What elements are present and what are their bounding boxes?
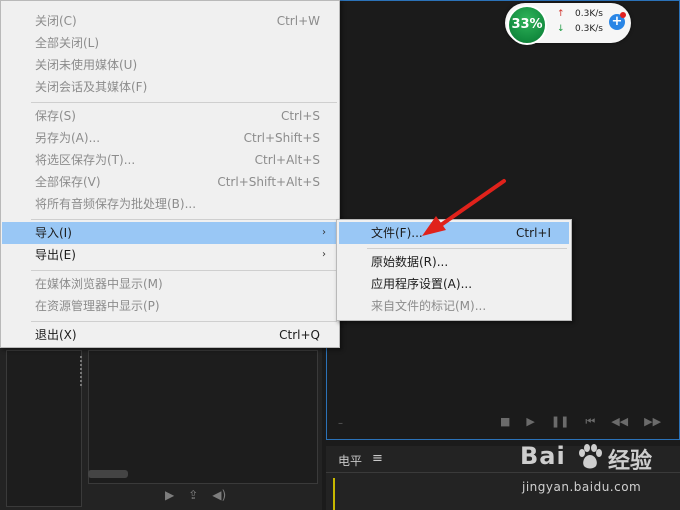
menu-item-close-session[interactable]: 关闭会话及其媒体(F) (2, 76, 338, 98)
hamburger-menu-icon[interactable]: ≡ (372, 451, 383, 466)
upload-arrow-icon: ↑ (557, 9, 565, 19)
stop-icon[interactable]: ■ (500, 415, 510, 429)
file-menu: 关闭(C) Ctrl+W 全部关闭(L) 关闭未使用媒体(U) 关闭会话及其媒体… (0, 0, 340, 348)
menu-item-export[interactable]: 导出(E) › (2, 244, 338, 266)
menu-item-save[interactable]: 保存(S) Ctrl+S (2, 105, 338, 127)
menu-item-save-all-batch[interactable]: 将所有音频保存为批处理(B)... (2, 193, 338, 215)
notification-badge (620, 12, 626, 18)
submenu-item-raw-data[interactable]: 原始数据(R)... (339, 251, 569, 273)
menu-item-close[interactable]: 关闭(C) Ctrl+W (2, 10, 338, 32)
horizontal-scrollbar[interactable] (88, 470, 128, 478)
level-meter-marker (333, 478, 335, 510)
rewind-icon[interactable]: ◀◀ (611, 415, 628, 429)
panel-resize-grip[interactable] (80, 356, 86, 386)
submenu-item-file[interactable]: 文件(F)... Ctrl+I (339, 222, 569, 244)
menu-item-reveal-in-explorer[interactable]: 在资源管理器中显示(P) (2, 295, 338, 317)
fast-forward-icon[interactable]: ▶▶ (644, 415, 661, 429)
memory-usage-circle[interactable]: 33% (507, 5, 547, 45)
menu-separator (31, 270, 337, 271)
menu-separator (31, 219, 337, 220)
network-speed-widget[interactable]: 33% ↑ 0.3K/s ↓ 0.3K/s + (505, 3, 631, 45)
menu-separator (31, 321, 337, 322)
level-panel-title[interactable]: 电平 (338, 452, 362, 469)
pause-icon[interactable]: ❚❚ (551, 415, 569, 429)
export-icon[interactable]: ⇪ (188, 488, 198, 502)
menu-item-save-all[interactable]: 全部保存(V) Ctrl+Shift+Alt+S (2, 171, 338, 193)
play-icon[interactable]: ▶ (526, 415, 534, 429)
menu-item-reveal-in-media-browser[interactable]: 在媒体浏览器中显示(M) (2, 273, 338, 295)
transport-controls-right: ■ ▶ ❚❚ ⏮ ◀◀ ▶▶ (500, 415, 661, 429)
skip-back-icon[interactable]: ⏮ (585, 415, 595, 429)
menu-separator (367, 248, 567, 249)
upload-speed: 0.3K/s (575, 9, 603, 19)
submenu-item-app-settings[interactable]: 应用程序设置(A)... (339, 273, 569, 295)
media-browser-area (88, 350, 318, 484)
download-arrow-icon: ↓ (557, 24, 565, 34)
files-panel-list (6, 350, 82, 507)
preview-time-indicator: – (338, 418, 343, 429)
menu-item-close-unused-media[interactable]: 关闭未使用媒体(U) (2, 54, 338, 76)
menu-item-import[interactable]: 导入(I) › (2, 222, 338, 244)
import-submenu: 文件(F)... Ctrl+I 原始数据(R)... 应用程序设置(A)... … (336, 219, 572, 321)
submenu-arrow-icon: › (322, 227, 326, 238)
transport-controls-left: ▶ ⇪ ◀) (165, 488, 226, 502)
level-panel-divider (326, 472, 680, 473)
menu-item-close-all[interactable]: 全部关闭(L) (2, 32, 338, 54)
play-icon[interactable]: ▶ (165, 488, 174, 502)
menu-separator (31, 102, 337, 103)
speaker-icon[interactable]: ◀) (212, 488, 226, 502)
submenu-item-markers-from-file[interactable]: 来自文件的标记(M)... (339, 295, 569, 317)
menu-item-save-as[interactable]: 另存为(A)... Ctrl+Shift+S (2, 127, 338, 149)
menu-item-exit[interactable]: 退出(X) Ctrl+Q (2, 324, 338, 346)
menu-item-save-selection-as[interactable]: 将选区保存为(T)... Ctrl+Alt+S (2, 149, 338, 171)
download-speed: 0.3K/s (575, 24, 603, 34)
submenu-arrow-icon: › (322, 249, 326, 260)
